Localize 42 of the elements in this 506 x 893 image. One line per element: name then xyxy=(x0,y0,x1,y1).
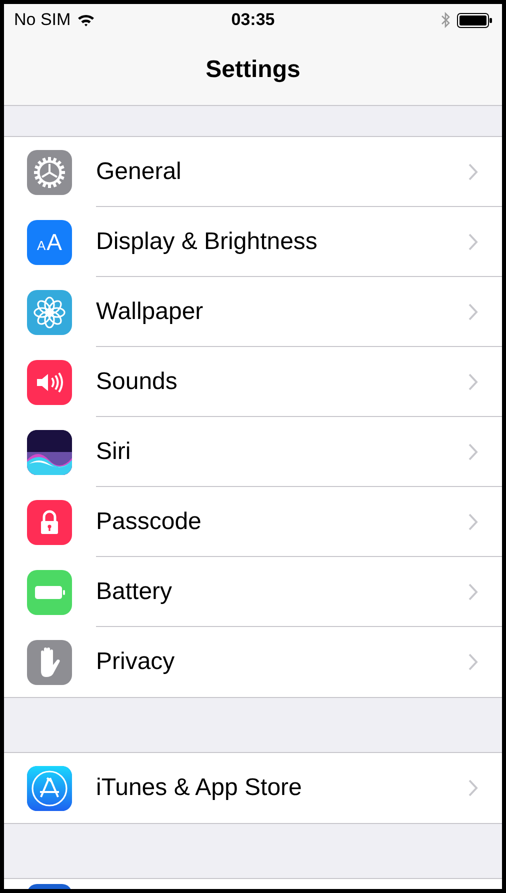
hand-icon xyxy=(27,640,72,684)
row-label: Passcode xyxy=(96,508,202,536)
chevron-icon xyxy=(468,582,478,600)
chevron-icon xyxy=(468,442,478,460)
row-label: Display & Brightness xyxy=(96,228,318,256)
settings-row[interactable]: Siri xyxy=(4,417,502,487)
row-label: Wallpaper xyxy=(96,298,204,326)
row-label: General xyxy=(96,158,182,186)
settings-row[interactable]: Privacy xyxy=(4,627,502,697)
row-label: iTunes & App Store xyxy=(96,774,302,802)
bluetooth-icon xyxy=(441,11,451,29)
gear-icon xyxy=(27,150,72,194)
wifi-icon xyxy=(76,13,95,27)
chevron-icon xyxy=(468,232,478,250)
siri-wave-icon xyxy=(27,430,72,474)
settings-row[interactable]: General xyxy=(4,137,502,207)
app-store-icon xyxy=(27,766,72,810)
row-label: Battery xyxy=(96,578,172,606)
carrier-label: No SIM xyxy=(14,10,71,30)
chevron-icon xyxy=(468,512,478,530)
row-label: Privacy xyxy=(96,648,175,676)
chevron-icon xyxy=(468,779,478,797)
chevron-icon xyxy=(468,302,478,320)
settings-row[interactable]: Wallpaper xyxy=(4,277,502,347)
settings-row[interactable]: Sounds xyxy=(4,347,502,417)
chevron-icon xyxy=(468,162,478,180)
settings-row[interactable]: Battery xyxy=(4,557,502,627)
row-label: Sounds xyxy=(96,368,178,396)
screen-title: Settings xyxy=(206,56,300,84)
status-time: 03:35 xyxy=(231,10,275,30)
speaker-icon xyxy=(27,360,72,404)
settings-row[interactable]: Passcode xyxy=(4,487,502,557)
row-label: Siri xyxy=(96,438,131,466)
flower-icon xyxy=(27,290,72,334)
battery-icon xyxy=(27,570,72,614)
settings-row[interactable]: iTunes & App Store xyxy=(4,753,502,823)
text-size-icon: AA xyxy=(27,220,72,264)
chevron-icon xyxy=(468,372,478,390)
chevron-icon xyxy=(468,653,478,671)
battery-status-icon xyxy=(457,12,493,28)
settings-row[interactable]: AA Display & Brightness xyxy=(4,207,502,277)
lock-icon xyxy=(27,500,72,544)
